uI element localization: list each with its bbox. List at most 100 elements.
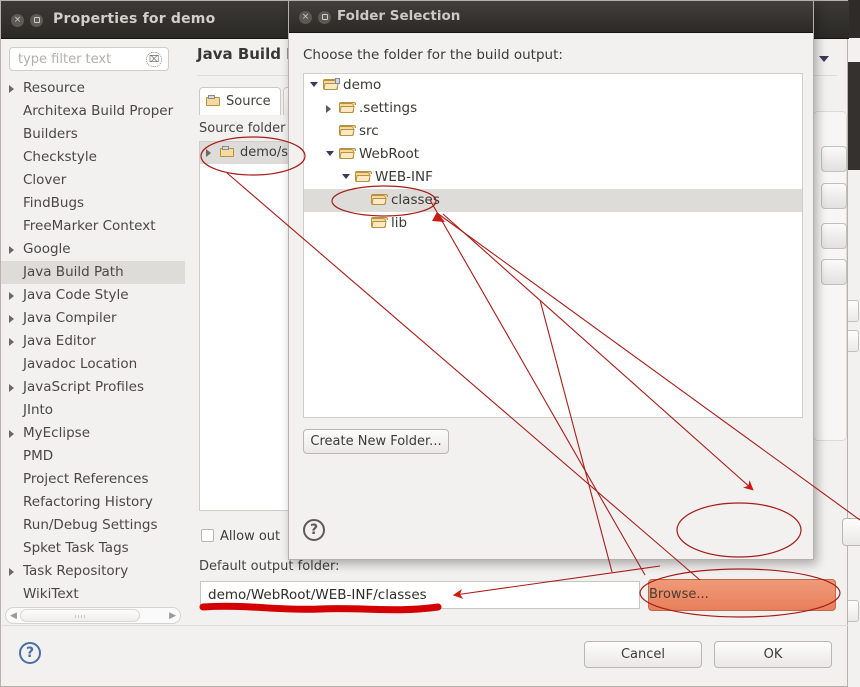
sidebar-item-run-debug-settings[interactable]: Run/Debug Settings bbox=[1, 514, 185, 537]
chevron-right-icon[interactable] bbox=[9, 568, 14, 576]
chevron-down-icon[interactable] bbox=[310, 82, 318, 87]
chevron-right-icon[interactable] bbox=[9, 246, 14, 254]
scroll-left-icon[interactable]: ◀ bbox=[10, 611, 17, 621]
sidebar-item-wikitext[interactable]: WikiText bbox=[1, 583, 185, 603]
help-icon[interactable]: ? bbox=[19, 642, 41, 664]
folder-icon bbox=[355, 171, 372, 183]
sidebar-item-label: Project References bbox=[23, 471, 149, 487]
chevron-right-icon[interactable] bbox=[9, 292, 14, 300]
browse-button[interactable]: Browse... bbox=[648, 579, 836, 611]
clear-icon[interactable]: ⌧ bbox=[146, 52, 162, 67]
folder-tree[interactable]: demo .settings src WebRoot WEB-INF classes lib bbox=[303, 73, 803, 418]
source-tree-item-label: demo/s bbox=[240, 145, 289, 160]
sidebar-item-label: WikiText bbox=[23, 586, 79, 602]
filter-input[interactable]: type filter text ⌧ bbox=[9, 47, 169, 71]
folder-tree-node-lib[interactable]: lib bbox=[304, 212, 802, 235]
sidebar-horizontal-scrollbar[interactable]: ◀ ▶ bbox=[5, 607, 181, 624]
create-new-folder-button[interactable]: Create New Folder... bbox=[303, 429, 449, 454]
folder-tree-node-web-inf[interactable]: WEB-INF bbox=[304, 166, 802, 189]
sidebar-item-project-references[interactable]: Project References bbox=[1, 468, 185, 491]
dialog-titlebar: × Folder Selection bbox=[289, 1, 813, 33]
chevron-right-icon[interactable] bbox=[326, 105, 331, 113]
sidebar-item-java-editor[interactable]: Java Editor bbox=[1, 330, 185, 353]
chevron-down-icon[interactable] bbox=[342, 174, 350, 179]
sidebar-item-label: PMD bbox=[23, 448, 54, 464]
sidebar-item-builders[interactable]: Builders bbox=[1, 123, 185, 146]
sidebar-item-label: JInto bbox=[23, 402, 54, 418]
dialog-maximize-icon[interactable] bbox=[318, 11, 331, 24]
dialog-prompt: Choose the folder for the build output: bbox=[303, 47, 563, 63]
sidebar-item-clover[interactable]: Clover bbox=[1, 169, 185, 192]
folder-tree-node-label: .settings bbox=[359, 100, 418, 116]
folder-tree-node-label: lib bbox=[391, 215, 408, 231]
sidebar-item-java-code-style[interactable]: Java Code Style bbox=[1, 284, 185, 307]
sidebar-item-pmd[interactable]: PMD bbox=[1, 445, 185, 468]
screen-root: × Properties for demo type filter text ⌧… bbox=[0, 0, 860, 687]
sidebar-item-myeclipse[interactable]: MyEclipse bbox=[1, 422, 185, 445]
sidebar-item-architexa-build-proper[interactable]: Architexa Build Proper bbox=[1, 100, 185, 123]
sidebar-item-javadoc-location[interactable]: Javadoc Location bbox=[1, 353, 185, 376]
sidebar-item-label: Java Editor bbox=[23, 333, 96, 349]
chevron-down-icon[interactable] bbox=[819, 56, 829, 62]
folder-tree-node-classes[interactable]: classes bbox=[304, 189, 802, 212]
properties-window-title: Properties for demo bbox=[53, 11, 216, 27]
default-output-input[interactable]: demo/WebRoot/WEB-INF/classes bbox=[200, 581, 640, 609]
project-folder-icon bbox=[323, 78, 340, 91]
properties-sidebar[interactable]: Resource Architexa Build Proper Builders Ch… bbox=[1, 77, 185, 603]
hidden-side-button-1[interactable] bbox=[821, 146, 847, 172]
sidebar-item-google[interactable]: Google bbox=[1, 238, 185, 261]
source-folders-label: Source folder bbox=[199, 121, 286, 136]
sidebar-item-label: Javadoc Location bbox=[23, 356, 138, 372]
chevron-right-icon[interactable] bbox=[9, 384, 14, 392]
folder-tree-node-src[interactable]: src bbox=[304, 120, 802, 143]
sidebar-item-task-repository[interactable]: Task Repository bbox=[1, 560, 185, 583]
sidebar-item-label: Java Code Style bbox=[23, 287, 129, 303]
chevron-right-icon[interactable] bbox=[9, 430, 14, 438]
chevron-right-icon[interactable] bbox=[206, 149, 211, 157]
sidebar-item-jinto[interactable]: JInto bbox=[1, 399, 185, 422]
sidebar-item-resource[interactable]: Resource bbox=[1, 77, 185, 100]
folder-selection-dialog: × Folder Selection Choose the folder for… bbox=[288, 0, 860, 560]
hidden-side-button-2[interactable] bbox=[821, 183, 847, 209]
folder-tree-node-webroot[interactable]: WebRoot bbox=[304, 143, 802, 166]
sidebar-item-label: Refactoring History bbox=[23, 494, 153, 510]
folder-tree-node-settings[interactable]: .settings bbox=[304, 97, 802, 120]
close-icon[interactable]: × bbox=[11, 14, 24, 27]
sidebar-item-java-compiler[interactable]: Java Compiler bbox=[1, 307, 185, 330]
package-icon bbox=[206, 95, 222, 107]
sidebar-item-java-build-path[interactable]: Java Build Path bbox=[1, 261, 185, 284]
hidden-side-button-3[interactable] bbox=[821, 223, 847, 249]
sidebar-item-label: MyEclipse bbox=[23, 425, 90, 441]
allow-output-row[interactable]: Allow out bbox=[201, 529, 280, 544]
chevron-right-icon[interactable] bbox=[9, 315, 14, 323]
cancel-button[interactable]: Cancel bbox=[584, 641, 702, 668]
dialog-help-icon[interactable]: ? bbox=[303, 519, 325, 541]
allow-output-checkbox[interactable] bbox=[201, 529, 214, 542]
package-icon bbox=[220, 146, 236, 158]
sidebar-item-label: JavaScript Profiles bbox=[23, 379, 144, 395]
dialog-cancel-button[interactable]: Cancel bbox=[842, 518, 860, 546]
sidebar-item-label: Java Build Path bbox=[23, 264, 124, 280]
sidebar-item-javascript-profiles[interactable]: JavaScript Profiles bbox=[1, 376, 185, 399]
sidebar-item-freemarker-context[interactable]: FreeMarker Context bbox=[1, 215, 185, 238]
maximize-icon[interactable] bbox=[30, 14, 43, 27]
scroll-right-icon[interactable]: ▶ bbox=[169, 611, 176, 621]
sidebar-item-refactoring-history[interactable]: Refactoring History bbox=[1, 491, 185, 514]
sidebar-item-label: Task Repository bbox=[23, 563, 129, 579]
folder-tree-node-demo[interactable]: demo bbox=[304, 74, 802, 97]
sidebar-item-findbugs[interactable]: FindBugs bbox=[1, 192, 185, 215]
tab-source-label: Source bbox=[226, 94, 271, 109]
tab-source[interactable]: Source bbox=[199, 87, 281, 115]
chevron-down-icon[interactable] bbox=[326, 151, 334, 156]
sidebar-item-label: FindBugs bbox=[23, 195, 85, 211]
hidden-side-button-4[interactable] bbox=[821, 259, 847, 285]
ok-button[interactable]: OK bbox=[714, 641, 832, 668]
dialog-close-icon[interactable]: × bbox=[299, 11, 312, 24]
sidebar-item-label: FreeMarker Context bbox=[23, 218, 156, 234]
scrollbar-thumb[interactable] bbox=[20, 609, 140, 622]
chevron-right-icon[interactable] bbox=[9, 85, 14, 93]
sidebar-item-checkstyle[interactable]: Checkstyle bbox=[1, 146, 185, 169]
folder-icon bbox=[339, 125, 356, 137]
chevron-right-icon[interactable] bbox=[9, 338, 14, 346]
sidebar-item-spket-task-tags[interactable]: Spket Task Tags bbox=[1, 537, 185, 560]
